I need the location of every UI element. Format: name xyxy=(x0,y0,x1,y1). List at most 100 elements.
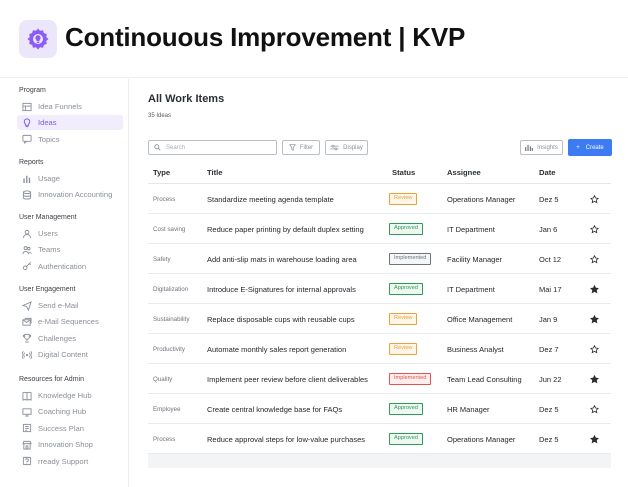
sidebar-item-authentication[interactable]: Authentication xyxy=(17,259,123,274)
table-row[interactable]: Sustainability Replace disposable cups wi… xyxy=(148,304,611,334)
star-icon[interactable] xyxy=(590,304,599,334)
key-icon xyxy=(21,261,32,272)
status-badge: Approved xyxy=(389,433,423,445)
sidebar-item-innovation-accounting[interactable]: Innovation Accounting xyxy=(17,187,123,202)
sidebar-item-label: Digital Content xyxy=(38,350,88,360)
column-header-type[interactable]: Type xyxy=(153,168,170,177)
table-row[interactable]: Quality Implement peer review before clie… xyxy=(148,364,611,394)
sidebar-item-success-plan[interactable]: Success Plan xyxy=(17,421,123,436)
bar-chart-icon xyxy=(21,173,32,184)
sidebar-section-title: Program xyxy=(19,87,46,94)
insights-label: Insights xyxy=(537,144,558,151)
assignee-cell: Office Management xyxy=(447,314,513,324)
create-button[interactable]: + Create xyxy=(568,139,612,156)
database-icon xyxy=(21,189,32,200)
display-button[interactable]: Display xyxy=(325,140,368,155)
assignee-cell: Operations Manager xyxy=(447,434,516,444)
sidebar-item-label: Knowledge Hub xyxy=(38,391,92,400)
star-icon[interactable] xyxy=(590,364,599,394)
star-icon[interactable] xyxy=(590,244,599,274)
column-header-assignee[interactable]: Assignee xyxy=(447,168,481,177)
sidebar-item-label: rready Support xyxy=(38,456,89,466)
date-cell: Oct 12 xyxy=(539,254,562,264)
assignee-cell: Team Lead Consulting xyxy=(447,374,522,384)
title-cell: Replace disposable cups with reusable cu… xyxy=(207,314,355,324)
title-cell: Add anti-slip mats in warehouse loading … xyxy=(207,254,357,264)
create-label: Create xyxy=(585,144,604,151)
star-icon[interactable] xyxy=(590,214,599,244)
sidebar-item-label: Send e-Mail xyxy=(38,301,79,310)
sidebar-item-ideas[interactable]: Ideas xyxy=(17,115,123,131)
sidebar-item-usage[interactable]: Usage xyxy=(17,171,123,186)
mail-sequence-icon xyxy=(21,316,32,327)
sidebar-item-innovation-shop[interactable]: Innovation Shop xyxy=(17,437,123,452)
sidebar-section-title: User Engagement xyxy=(19,286,76,293)
sidebar-item-label: Success Plan xyxy=(38,423,85,433)
send-icon xyxy=(21,300,32,311)
sidebar-section-title: Resources for Admin xyxy=(19,376,84,383)
title-cell: Reduce approval steps for low-value purc… xyxy=(207,434,366,444)
star-icon[interactable] xyxy=(590,274,599,304)
filter-label: Filter xyxy=(299,144,314,151)
search-placeholder: Search xyxy=(166,144,186,151)
table-row[interactable]: Cost saving Reduce paper printing by defa… xyxy=(148,214,611,244)
sidebar-item-users[interactable]: Users xyxy=(17,226,123,241)
star-icon[interactable] xyxy=(590,184,599,214)
sidebar-item-label: Ideas xyxy=(38,118,57,128)
status-badge: Implemented xyxy=(389,373,432,385)
sidebar-item-knowledge-hub[interactable]: Knowledge Hub xyxy=(17,388,123,403)
status-cell: Implemented xyxy=(389,364,432,394)
search-input[interactable]: Search xyxy=(148,140,277,155)
sidebar-item-idea-funnels[interactable]: Idea Funnels xyxy=(17,99,123,114)
column-header-title[interactable]: Title xyxy=(207,168,222,177)
table-row[interactable]: Process Reduce approval steps for low-val… xyxy=(148,424,611,454)
table-row[interactable]: Digitalization Introduce E-Signatures for… xyxy=(148,274,611,304)
column-header-date[interactable]: Date xyxy=(539,168,555,177)
search-icon xyxy=(154,144,161,151)
trophy-icon xyxy=(21,333,32,344)
sidebar-item-label: e-Mail Sequences xyxy=(38,317,99,327)
type-cell: Process xyxy=(153,435,176,443)
status-cell: Review xyxy=(389,304,418,334)
sidebar-item-label: Idea Funnels xyxy=(38,102,82,111)
sliders-icon xyxy=(330,144,339,151)
title-cell: Standardize meeting agenda template xyxy=(207,194,334,204)
filter-button[interactable]: Filter xyxy=(282,140,320,155)
table-row[interactable]: Productivity Automate monthly sales repor… xyxy=(148,334,611,364)
table-row[interactable]: Safety Add anti-slip mats in warehouse lo… xyxy=(148,244,611,274)
sidebar-item-e-mail-sequences[interactable]: e-Mail Sequences xyxy=(17,314,123,329)
funnel-grid-icon xyxy=(21,101,32,112)
column-header-status[interactable]: Status xyxy=(392,168,415,177)
plan-icon xyxy=(21,423,32,434)
assignee-cell: Operations Manager xyxy=(447,194,516,204)
star-icon[interactable] xyxy=(590,334,599,364)
title-cell: Reduce paper printing by default duplex … xyxy=(207,224,364,234)
table-row[interactable]: Process Standardize meeting agenda templa… xyxy=(148,184,611,214)
app-logo[interactable] xyxy=(19,20,57,58)
table-body: Process Standardize meeting agenda templa… xyxy=(148,184,611,454)
bar-chart-icon xyxy=(525,144,534,151)
title-cell: Introduce E-Signatures for internal appr… xyxy=(207,284,356,294)
title-cell: Create central knowledge base for FAQs xyxy=(207,404,343,414)
chat-icon xyxy=(21,134,32,145)
insights-button[interactable]: Insights xyxy=(520,140,563,155)
assignee-cell: IT Department xyxy=(447,224,495,234)
sidebar-item-teams[interactable]: Teams xyxy=(17,242,123,257)
display-label: Display xyxy=(343,144,363,151)
sidebar-item-rready-support[interactable]: rready Support xyxy=(17,454,123,469)
sidebar-item-coaching-hub[interactable]: Coaching Hub xyxy=(17,404,123,419)
star-icon[interactable] xyxy=(590,424,599,454)
sidebar-item-digital-content[interactable]: Digital Content xyxy=(17,347,123,362)
table-header: Type Title Status Assignee Date xyxy=(148,160,611,184)
sidebar-item-label: Authentication xyxy=(38,261,87,271)
user-icon xyxy=(21,228,32,239)
sidebar-item-label: Innovation Accounting xyxy=(38,190,113,200)
table-row[interactable]: Employee Create central knowledge base fo… xyxy=(148,394,611,424)
status-cell: Approved xyxy=(389,274,423,304)
star-icon[interactable] xyxy=(590,394,599,424)
sidebar-item-label: Challenges xyxy=(38,333,76,343)
sidebar-item-topics[interactable]: Topics xyxy=(17,132,123,147)
sidebar-item-send-e-mail[interactable]: Send e-Mail xyxy=(17,298,123,313)
sidebar-item-challenges[interactable]: Challenges xyxy=(17,331,123,346)
date-cell: Jan 9 xyxy=(539,314,558,324)
